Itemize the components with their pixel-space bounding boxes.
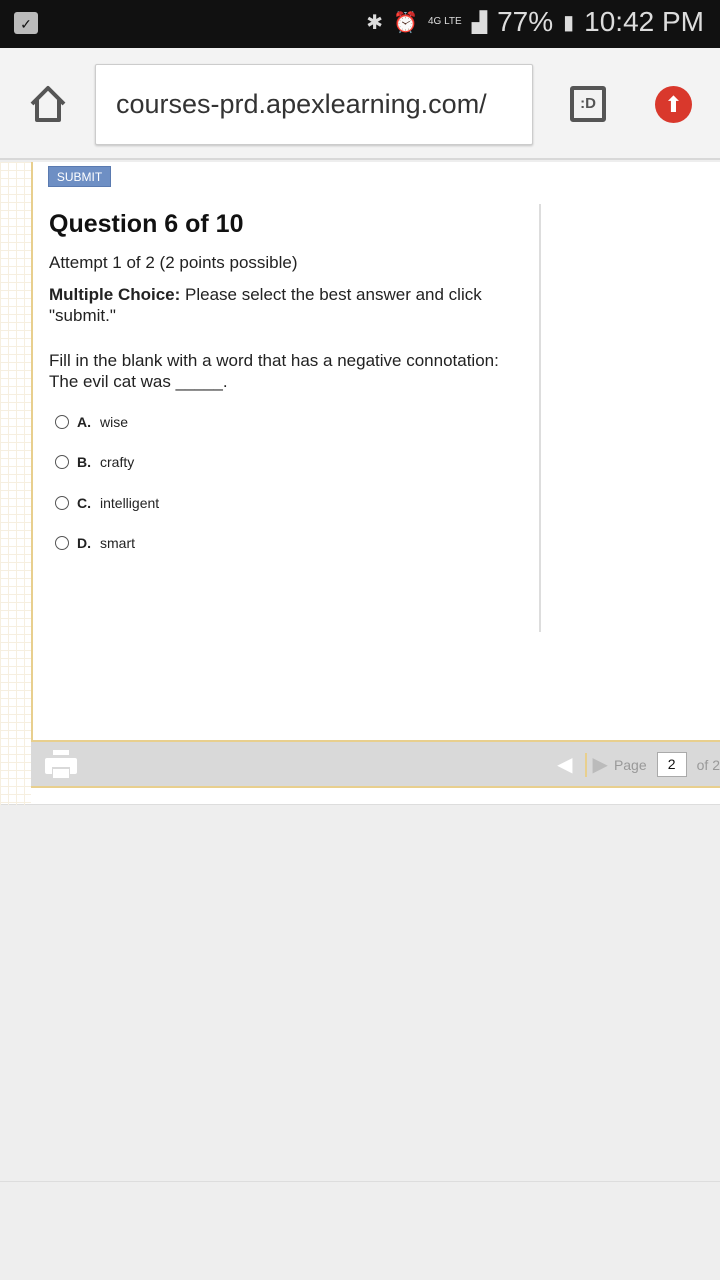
page-number-input[interactable]: 2 (656, 752, 687, 777)
page-label: Page (613, 756, 647, 773)
divider (0, 1181, 720, 1182)
radio-button[interactable] (55, 496, 69, 510)
nav-separator (584, 752, 587, 777)
signal-icon: ▟ (471, 11, 488, 34)
bluetooth-icon: ✱ (366, 11, 384, 34)
question-prompt: Fill in the blank with a word that has a… (49, 350, 534, 392)
radio-button[interactable] (55, 455, 69, 469)
instruction-label: Multiple Choice: (49, 285, 181, 304)
radio-button[interactable] (55, 536, 69, 550)
tabs-button[interactable]: :D (570, 86, 606, 122)
instructions: Multiple Choice: Please select the best … (49, 284, 519, 326)
attempt-info: Attempt 1 of 2 (2 points possible) (49, 253, 298, 272)
option-a[interactable]: A. wise (55, 414, 128, 430)
option-b[interactable]: B. crafty (55, 454, 134, 470)
alarm-icon: ⏰ (393, 11, 418, 34)
previous-page-arrow-icon[interactable]: ◀ (557, 752, 572, 777)
network-type: 4G LTE (427, 16, 462, 27)
update-arrow-icon[interactable]: ⬆ (655, 86, 692, 123)
option-letter: D. (77, 535, 91, 551)
question-title: Question 6 of 10 (49, 210, 244, 238)
status-bar: ✓ ✱ ⏰ 4G LTE ▟ 77% ▮ 10:42 PM (0, 0, 720, 48)
option-text: crafty (100, 454, 135, 470)
radio-button[interactable] (55, 415, 69, 429)
option-letter: B. (77, 454, 91, 470)
option-d[interactable]: D. smart (55, 535, 135, 551)
option-c[interactable]: C. intelligent (55, 495, 159, 511)
home-icon[interactable] (28, 84, 68, 124)
footer-bar: ◀ ▶ Page 2 of 2 (31, 740, 720, 788)
submit-button[interactable]: SUBMIT (48, 166, 111, 187)
prompt-line: Fill in the blank with a word that has a… (49, 351, 499, 370)
next-page-arrow-icon[interactable]: ▶ (593, 752, 608, 777)
option-text: smart (100, 535, 135, 551)
divider (539, 204, 541, 632)
shopping-bag-check-icon: ✓ (14, 12, 38, 34)
print-icon[interactable] (45, 750, 77, 780)
battery-percent: 77% (497, 6, 554, 37)
page-total: of 2 (696, 756, 720, 773)
quiz-page: SUBMIT Question 6 of 10 Attempt 1 of 2 (… (0, 162, 720, 805)
browser-toolbar: courses-prd.apexlearning.com/ :D ⬆ (0, 48, 720, 160)
option-letter: C. (77, 495, 91, 511)
battery-icon: ▮ (563, 11, 575, 34)
option-text: wise (100, 414, 129, 430)
grid-background (0, 162, 31, 805)
url-bar[interactable]: courses-prd.apexlearning.com/ (95, 64, 533, 145)
clock: 10:42 PM (584, 6, 704, 37)
prompt-line: The evil cat was _____. (49, 372, 228, 391)
option-letter: A. (77, 414, 91, 430)
option-text: intelligent (100, 495, 160, 511)
